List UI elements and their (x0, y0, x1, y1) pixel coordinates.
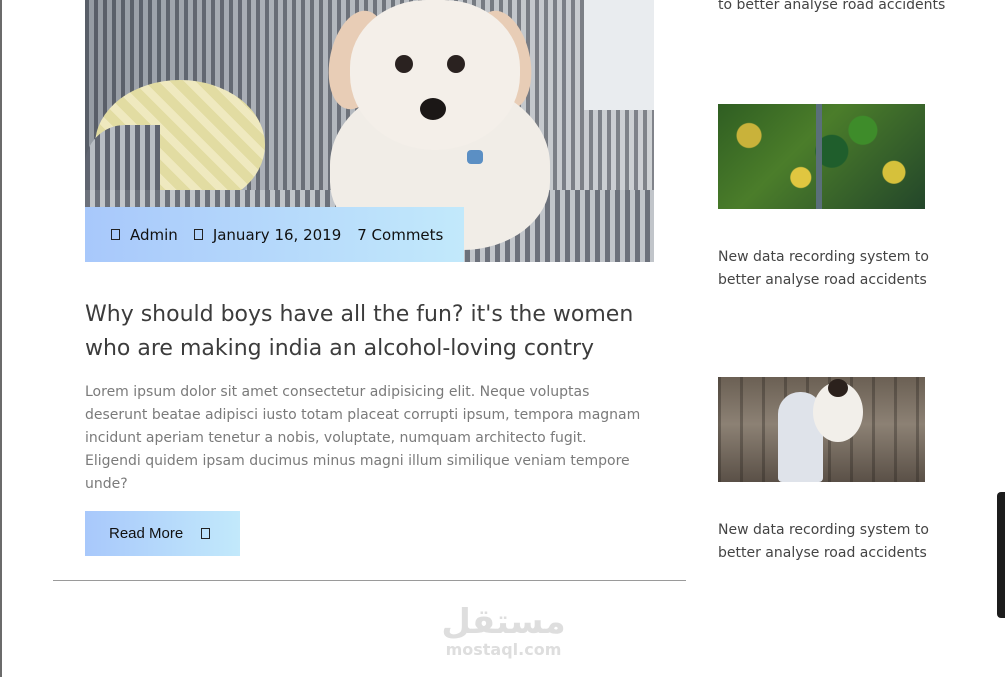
post-comments-label: 7 Commets (357, 225, 444, 244)
post-date-label: January 16, 2019 (212, 225, 342, 244)
sidebar-post-thumbnail[interactable] (718, 377, 925, 482)
read-more-label: Read More (109, 525, 184, 542)
post-divider (53, 580, 686, 581)
dog-head (350, 0, 520, 150)
post-featured-image[interactable]: Admin January 16, 2019 7 Commets (85, 0, 654, 262)
watermark-arabic: مستقل (441, 602, 566, 642)
page-left-border (0, 0, 2, 677)
watermark-latin: mostaql.com (445, 640, 562, 659)
post-excerpt: Lorem ipsum dolor sit amet consectetur a… (85, 384, 641, 492)
post-author-label: Admin (130, 225, 178, 244)
sidebar-post-title[interactable]: New data recording system to better anal… (718, 519, 948, 565)
blog-post: Admin January 16, 2019 7 Commets Why sho… (85, 0, 654, 556)
forest-road (816, 104, 822, 209)
dog-collar-tag (467, 150, 483, 164)
sidebar-post-thumbnail[interactable] (718, 104, 925, 209)
read-more-button[interactable]: Read More (85, 511, 240, 556)
post-title[interactable]: Why should boys have all the fun? it's t… (85, 298, 654, 366)
sidebar-post-title[interactable]: to better analyse road accidents (718, 0, 948, 17)
dog-nose (420, 98, 446, 120)
floating-side-widget[interactable] (997, 492, 1005, 618)
mostaql-watermark: مستقل mostaql.com (441, 603, 566, 659)
user-icon (111, 229, 120, 240)
calendar-icon (193, 229, 203, 240)
post-author[interactable]: Admin (111, 226, 178, 244)
arrow-right-icon (201, 528, 211, 539)
sidebar-post-title[interactable]: New data recording system to better anal… (718, 246, 948, 292)
dog-eye-left (395, 55, 413, 73)
post-comments[interactable]: 7 Commets (357, 226, 443, 244)
post-meta-bar: Admin January 16, 2019 7 Commets (85, 207, 464, 262)
dog-eye-right (447, 55, 465, 73)
post-date[interactable]: January 16, 2019 (193, 225, 342, 244)
bride-hair (828, 379, 848, 397)
background-window (584, 0, 654, 110)
